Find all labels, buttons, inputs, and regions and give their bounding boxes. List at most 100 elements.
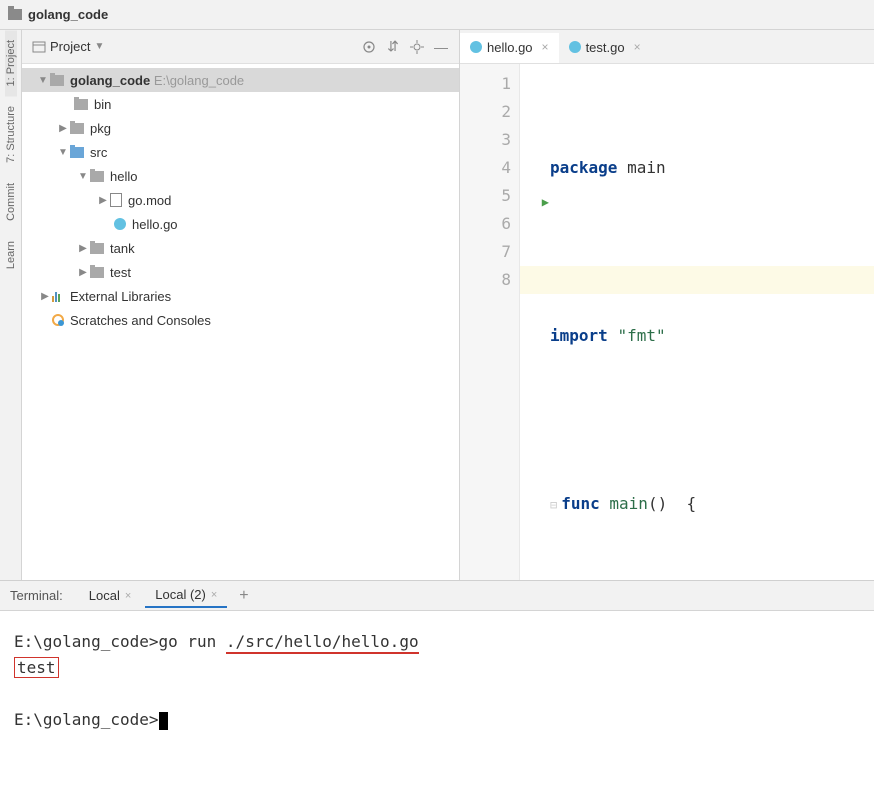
tab-label: test.go bbox=[586, 40, 625, 55]
project-view-icon bbox=[32, 40, 46, 54]
tree-label: pkg bbox=[90, 121, 111, 136]
code-editor[interactable]: 1 2 3 4 5▶ 6 7 8 package main import "fm… bbox=[460, 64, 874, 580]
settings-gear-icon[interactable] bbox=[409, 39, 425, 55]
tree-item-pkg[interactable]: ▶ pkg bbox=[22, 116, 459, 140]
rail-structure[interactable]: 7: Structure bbox=[5, 96, 17, 173]
folder-icon bbox=[90, 267, 104, 278]
term-prompt: E:\golang_code> bbox=[14, 710, 159, 729]
tree-label: Scratches and Consoles bbox=[70, 313, 211, 328]
terminal-cursor bbox=[159, 712, 168, 730]
terminal-tab-local[interactable]: Local × bbox=[79, 584, 142, 607]
rail-project[interactable]: 1: Project bbox=[5, 30, 17, 96]
tree-root-name: golang_code bbox=[70, 73, 150, 88]
code-keyword: import bbox=[550, 326, 617, 345]
close-tab-icon[interactable]: × bbox=[634, 40, 641, 54]
project-view-label: Project bbox=[50, 39, 90, 54]
tree-item-hello[interactable]: ▼ hello bbox=[22, 164, 459, 188]
project-view-selector[interactable]: Project ▼ bbox=[32, 39, 104, 54]
tree-item-test[interactable]: ▶ test bbox=[22, 260, 459, 284]
tree-label: External Libraries bbox=[70, 289, 171, 304]
editor-tab-bar: hello.go × test.go × bbox=[460, 30, 874, 64]
chevron-down-icon: ▼ bbox=[94, 41, 104, 52]
terminal-label: Terminal: bbox=[10, 588, 63, 603]
breadcrumb-bar: golang_code bbox=[0, 0, 874, 30]
code-ident: main bbox=[627, 158, 666, 177]
close-tab-icon[interactable]: × bbox=[211, 589, 217, 601]
term-output-boxed: test bbox=[14, 657, 59, 678]
tree-label: test bbox=[110, 265, 131, 280]
left-tool-rail: 1: Project 7: Structure Commit Learn bbox=[0, 30, 22, 580]
tree-label: hello bbox=[110, 169, 137, 184]
tree-root-path: E:\golang_code bbox=[154, 73, 244, 88]
project-tree: ▼ golang_code E:\golang_code bin ▶ pkg ▼… bbox=[22, 64, 459, 336]
tree-item-hellogo[interactable]: hello.go bbox=[22, 212, 459, 236]
expand-arrow-icon[interactable]: ▼ bbox=[56, 147, 70, 158]
tab-label: Local bbox=[89, 588, 120, 603]
tree-label: go.mod bbox=[128, 193, 171, 208]
tree-item-external[interactable]: ▶ External Libraries bbox=[22, 284, 459, 308]
project-panel: Project ▼ ⇵ — ▼ golang_code E:\golang_co… bbox=[22, 30, 460, 580]
fold-icon[interactable]: ⊟ bbox=[550, 498, 557, 512]
rail-commit[interactable]: Commit bbox=[5, 173, 17, 231]
code-string: "test") bbox=[743, 578, 820, 580]
folder-icon bbox=[90, 171, 104, 182]
terminal-output[interactable]: E:\golang_code>go run ./src/hello/hello.… bbox=[0, 611, 874, 751]
terminal-tab-local2[interactable]: Local (2) × bbox=[145, 583, 227, 608]
code-keyword: package bbox=[550, 158, 627, 177]
expand-arrow-icon[interactable]: ▶ bbox=[96, 195, 110, 206]
folder-icon bbox=[8, 9, 22, 20]
folder-icon bbox=[74, 99, 88, 110]
expand-all-icon[interactable]: ⇵ bbox=[385, 39, 401, 55]
expand-arrow-icon[interactable]: ▶ bbox=[76, 243, 90, 254]
code-body[interactable]: package main import "fmt" ⊟func main() {… bbox=[520, 64, 874, 580]
tree-item-tank[interactable]: ▶ tank bbox=[22, 236, 459, 260]
tree-item-scratches[interactable]: Scratches and Consoles bbox=[22, 308, 459, 332]
code-text: fmt.Println( bbox=[550, 578, 714, 580]
tree-label: bin bbox=[94, 97, 111, 112]
tab-label: Local (2) bbox=[155, 587, 206, 602]
editor-panel: hello.go × test.go × 1 2 3 4 5▶ 6 7 8 bbox=[460, 30, 874, 580]
folder-icon bbox=[70, 123, 84, 134]
project-panel-header: Project ▼ ⇵ — bbox=[22, 30, 459, 64]
folder-icon bbox=[50, 75, 64, 86]
file-icon bbox=[110, 193, 122, 207]
terminal-panel: Terminal: Local × Local (2) × + E:\golan… bbox=[0, 580, 874, 751]
tree-label: hello.go bbox=[132, 217, 178, 232]
editor-tab-hello[interactable]: hello.go × bbox=[460, 33, 559, 63]
close-tab-icon[interactable]: × bbox=[542, 40, 549, 54]
tree-item-bin[interactable]: bin bbox=[22, 92, 459, 116]
go-file-icon bbox=[114, 218, 126, 230]
tree-item-gomod[interactable]: ▶ go.mod bbox=[22, 188, 459, 212]
breadcrumb-project[interactable]: golang_code bbox=[28, 7, 108, 22]
close-tab-icon[interactable]: × bbox=[125, 590, 131, 602]
tree-item-src[interactable]: ▼ src bbox=[22, 140, 459, 164]
tab-label: hello.go bbox=[487, 40, 533, 55]
scratches-icon bbox=[52, 314, 64, 326]
code-string: "fmt" bbox=[617, 326, 665, 345]
expand-arrow-icon[interactable]: ▼ bbox=[76, 171, 90, 182]
go-file-icon bbox=[470, 41, 482, 53]
code-keyword: func bbox=[561, 494, 609, 513]
folder-icon bbox=[90, 243, 104, 254]
expand-arrow-icon[interactable]: ▶ bbox=[56, 123, 70, 134]
rail-learn[interactable]: Learn bbox=[5, 231, 17, 279]
libraries-icon bbox=[52, 290, 64, 302]
expand-arrow-icon[interactable]: ▶ bbox=[38, 291, 52, 302]
source-folder-icon bbox=[70, 147, 84, 158]
expand-arrow-icon[interactable]: ▼ bbox=[36, 75, 50, 86]
locate-icon[interactable] bbox=[361, 39, 377, 55]
term-text: E:\golang_code>go run bbox=[14, 632, 226, 651]
code-text: () { bbox=[648, 494, 696, 513]
tree-label: tank bbox=[110, 241, 135, 256]
go-file-icon bbox=[569, 41, 581, 53]
code-func: main bbox=[609, 494, 648, 513]
tree-root[interactable]: ▼ golang_code E:\golang_code bbox=[22, 68, 459, 92]
term-text-highlight: ./src/hello/hello.go bbox=[226, 632, 419, 654]
line-gutter: 1 2 3 4 5▶ 6 7 8 bbox=[460, 64, 520, 580]
minimize-icon[interactable]: — bbox=[433, 39, 449, 55]
terminal-tab-bar: Terminal: Local × Local (2) × + bbox=[0, 581, 874, 611]
new-terminal-button[interactable]: + bbox=[231, 587, 256, 605]
editor-tab-test[interactable]: test.go × bbox=[559, 33, 651, 63]
tree-label: src bbox=[90, 145, 107, 160]
expand-arrow-icon[interactable]: ▶ bbox=[76, 267, 90, 278]
